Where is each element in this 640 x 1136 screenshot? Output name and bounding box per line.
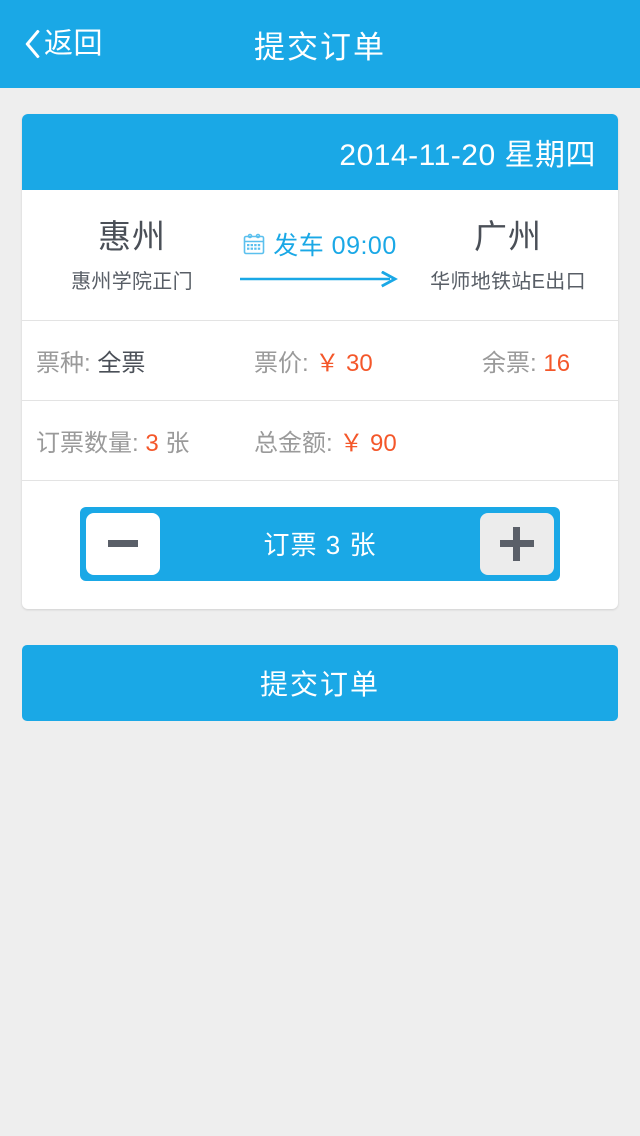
departure-time-line: 发车 09:00 — [243, 226, 397, 262]
departure-date: 2014-11-20 星期四 — [339, 139, 596, 172]
origin-city: 惠州 — [98, 218, 166, 255]
minus-icon — [108, 540, 138, 548]
remaining-tickets-value: 16 — [543, 349, 571, 377]
departure-time: 发车 09:00 — [273, 232, 397, 260]
destination-city: 广州 — [474, 218, 542, 255]
order-info-row: 订票数量: 3 张 总金额: ￥ 90 — [22, 401, 618, 481]
quantity-cell: 订票数量: 3 张 — [36, 423, 254, 458]
calendar-icon — [243, 233, 265, 255]
route-row: 惠州 惠州学院正门 发车 09:00 广州 华师地铁站E出口 — [22, 190, 618, 321]
quantity-unit: 张 — [165, 429, 190, 457]
departure-date-bar: 2014-11-20 星期四 — [22, 114, 618, 190]
chevron-left-icon — [18, 27, 40, 61]
decrease-quantity-button[interactable] — [86, 512, 160, 575]
increase-quantity-button[interactable] — [480, 512, 554, 575]
ticket-type-label: 票种: — [36, 349, 91, 377]
stepper-label: 订票 3 张 — [263, 530, 377, 561]
quantity-value: 3 — [145, 429, 159, 457]
back-button[interactable]: 返回 — [14, 0, 111, 88]
ticket-type-cell: 票种: 全票 — [36, 343, 254, 378]
origin-block: 惠州 惠州学院正门 — [32, 214, 232, 294]
ticket-type-value: 全票 — [97, 349, 146, 377]
quantity-stepper: 订票 3 张 — [80, 506, 560, 581]
top-navigation-bar: 返回 提交订单 — [0, 0, 640, 88]
submit-order-button[interactable]: 提交订单 — [22, 644, 618, 721]
departure-info-block: 发车 09:00 — [232, 214, 408, 289]
ticket-price-value: ￥ 30 — [315, 349, 373, 377]
total-amount-label: 总金额: — [254, 429, 333, 457]
back-button-label: 返回 — [44, 27, 104, 60]
quantity-label: 订票数量: — [36, 429, 139, 457]
arrow-right-icon — [240, 270, 400, 289]
destination-station: 华师地铁站E出口 — [430, 270, 586, 293]
total-amount-value: ￥ 90 — [339, 429, 397, 457]
remaining-tickets-cell: 余票: 16 — [482, 343, 604, 378]
plus-icon — [500, 526, 534, 561]
ticket-price-label: 票价: — [254, 349, 309, 377]
origin-station: 惠州学院正门 — [71, 270, 193, 293]
total-amount-cell: 总金额: ￥ 90 — [254, 423, 482, 458]
destination-block: 广州 华师地铁站E出口 — [408, 214, 608, 294]
quantity-stepper-area: 订票 3 张 — [22, 481, 618, 609]
remaining-tickets-label: 余票: — [482, 349, 537, 377]
ticket-info-row: 票种: 全票 票价: ￥ 30 余票: 16 — [22, 321, 618, 401]
ticket-price-cell: 票价: ￥ 30 — [254, 343, 482, 378]
order-detail-card: 2014-11-20 星期四 惠州 惠州学院正门 发车 09:00 广州 华师地… — [22, 114, 618, 609]
